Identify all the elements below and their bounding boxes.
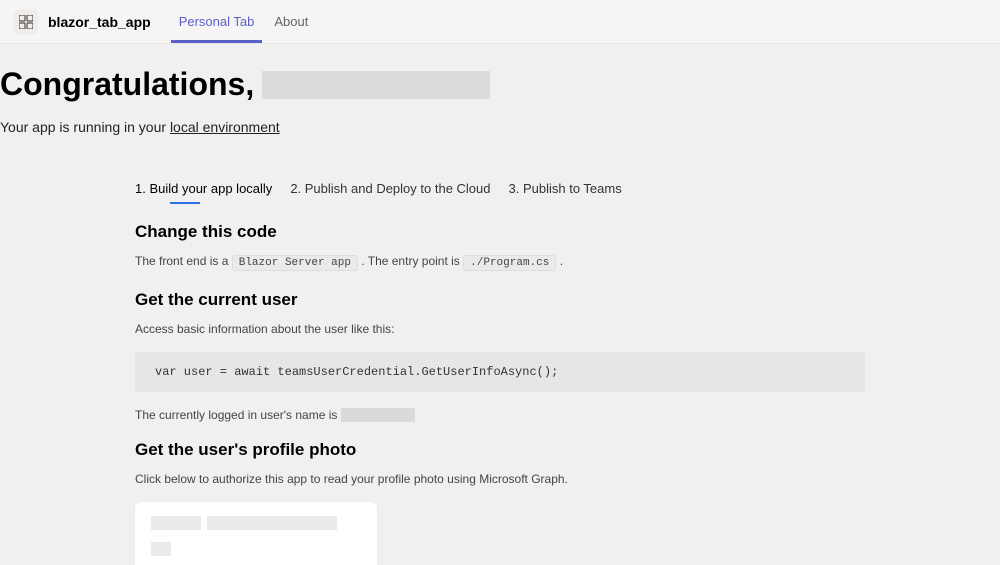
step-publish-teams[interactable]: 3. Publish to Teams	[509, 181, 622, 200]
subtitle: Your app is running in your local enviro…	[0, 119, 1000, 135]
main-content: Congratulations, Your app is running in …	[0, 44, 1000, 565]
change-code-prefix: The front end is a	[135, 254, 232, 268]
step-build-locally[interactable]: 1. Build your app locally	[135, 181, 272, 200]
hero: Congratulations, Your app is running in …	[0, 66, 1000, 135]
greeting-text: Congratulations,	[0, 66, 254, 103]
desc-profile-photo: Click below to authorize this app to rea…	[135, 470, 865, 488]
logged-in-name-redacted	[341, 408, 415, 422]
header-tabs: Personal Tab About	[169, 0, 319, 43]
app-header: blazor_tab_app Personal Tab About	[0, 0, 1000, 44]
profile-row	[151, 542, 361, 562]
code-blazor-server: Blazor Server app	[232, 255, 358, 271]
placeholder-block	[207, 516, 337, 530]
logged-in-user: The currently logged in user's name is	[135, 408, 865, 422]
content-body: 1. Build your app locally 2. Publish and…	[135, 181, 865, 565]
user-name-redacted	[262, 71, 490, 99]
change-code-mid: . The entry point is	[361, 254, 463, 268]
local-environment-link[interactable]: local environment	[170, 119, 280, 135]
step-publish-cloud[interactable]: 2. Publish and Deploy to the Cloud	[290, 181, 490, 200]
app-icon	[14, 10, 38, 34]
page-title: Congratulations,	[0, 66, 1000, 103]
tab-personal[interactable]: Personal Tab	[169, 0, 265, 43]
heading-change-code: Change this code	[135, 222, 865, 242]
desc-get-user: Access basic information about the user …	[135, 320, 865, 338]
code-program-cs: ./Program.cs	[463, 255, 556, 271]
desc-change-code: The front end is a Blazor Server app . T…	[135, 252, 865, 272]
code-get-user[interactable]: var user = await teamsUserCredential.Get…	[135, 352, 865, 392]
profile-photo-card[interactable]	[135, 502, 377, 565]
heading-profile-photo: Get the user's profile photo	[135, 440, 865, 460]
logged-in-prefix: The currently logged in user's name is	[135, 408, 337, 422]
tab-about[interactable]: About	[264, 0, 318, 43]
profile-row	[151, 516, 361, 536]
subtitle-prefix: Your app is running in your	[0, 119, 170, 135]
placeholder-block	[151, 516, 201, 530]
heading-get-user: Get the current user	[135, 290, 865, 310]
app-name: blazor_tab_app	[48, 14, 151, 30]
steps-nav: 1. Build your app locally 2. Publish and…	[135, 181, 865, 200]
change-code-suffix: .	[560, 254, 563, 268]
placeholder-block	[151, 542, 171, 556]
